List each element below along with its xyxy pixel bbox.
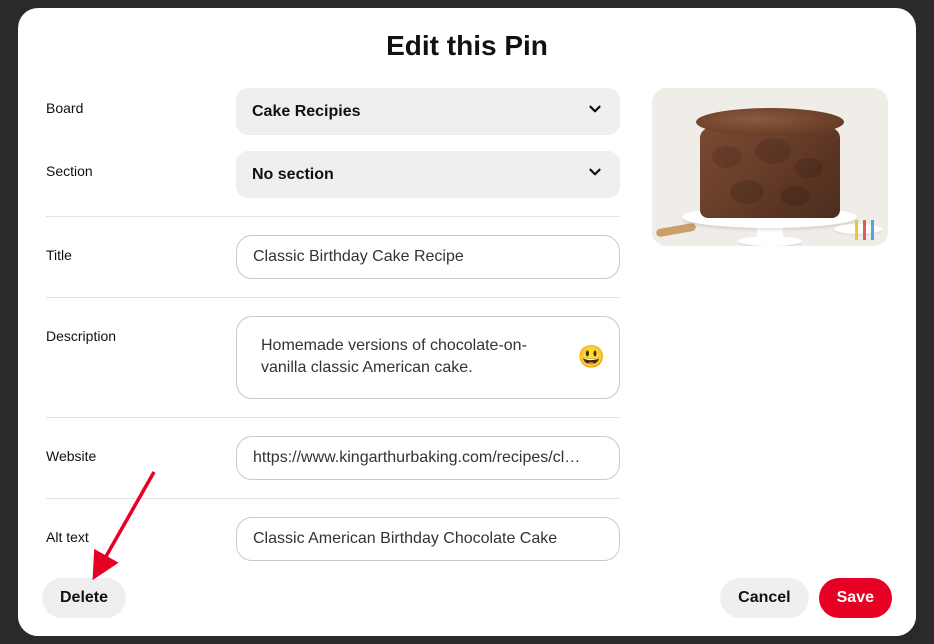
modal-footer: Delete Cancel Save: [18, 562, 916, 636]
form-column: Board Cake Recipies Section No section: [46, 80, 620, 562]
field-row-description: Description Homemade versions of chocola…: [46, 298, 620, 418]
field-row-board: Board Cake Recipies: [46, 80, 620, 143]
label-website: Website: [46, 436, 236, 464]
chevron-down-icon: [586, 163, 604, 186]
delete-button[interactable]: Delete: [42, 578, 126, 618]
modal-title: Edit this Pin: [18, 8, 916, 72]
label-description: Description: [46, 316, 236, 344]
section-select[interactable]: No section: [236, 151, 620, 198]
preview-column: [652, 80, 888, 562]
field-row-section: Section No section: [46, 143, 620, 217]
board-select-value: Cake Recipies: [252, 103, 361, 121]
title-input[interactable]: [236, 235, 620, 279]
label-alt-text: Alt text: [46, 517, 236, 545]
label-title: Title: [46, 235, 236, 263]
section-select-value: No section: [252, 166, 334, 184]
field-row-alt-text: Alt text: [46, 499, 620, 562]
alt-text-input[interactable]: [236, 517, 620, 561]
chevron-down-icon: [586, 100, 604, 123]
edit-pin-modal: Edit this Pin Board Cake Recipies Sectio…: [18, 8, 916, 636]
board-select[interactable]: Cake Recipies: [236, 88, 620, 135]
description-textarea[interactable]: Homemade versions of chocolate-on-vanill…: [236, 316, 620, 399]
description-textarea-value: Homemade versions of chocolate-on-vanill…: [261, 335, 569, 380]
field-row-website: Website: [46, 418, 620, 499]
label-section: Section: [46, 151, 236, 179]
pin-preview-image: [652, 88, 888, 246]
save-button[interactable]: Save: [819, 578, 892, 618]
cancel-button[interactable]: Cancel: [720, 578, 808, 618]
field-row-title: Title: [46, 217, 620, 298]
website-input[interactable]: [236, 436, 620, 480]
label-board: Board: [46, 88, 236, 116]
emoji-icon[interactable]: 😃: [578, 346, 605, 368]
modal-body: Board Cake Recipies Section No section: [18, 72, 916, 562]
